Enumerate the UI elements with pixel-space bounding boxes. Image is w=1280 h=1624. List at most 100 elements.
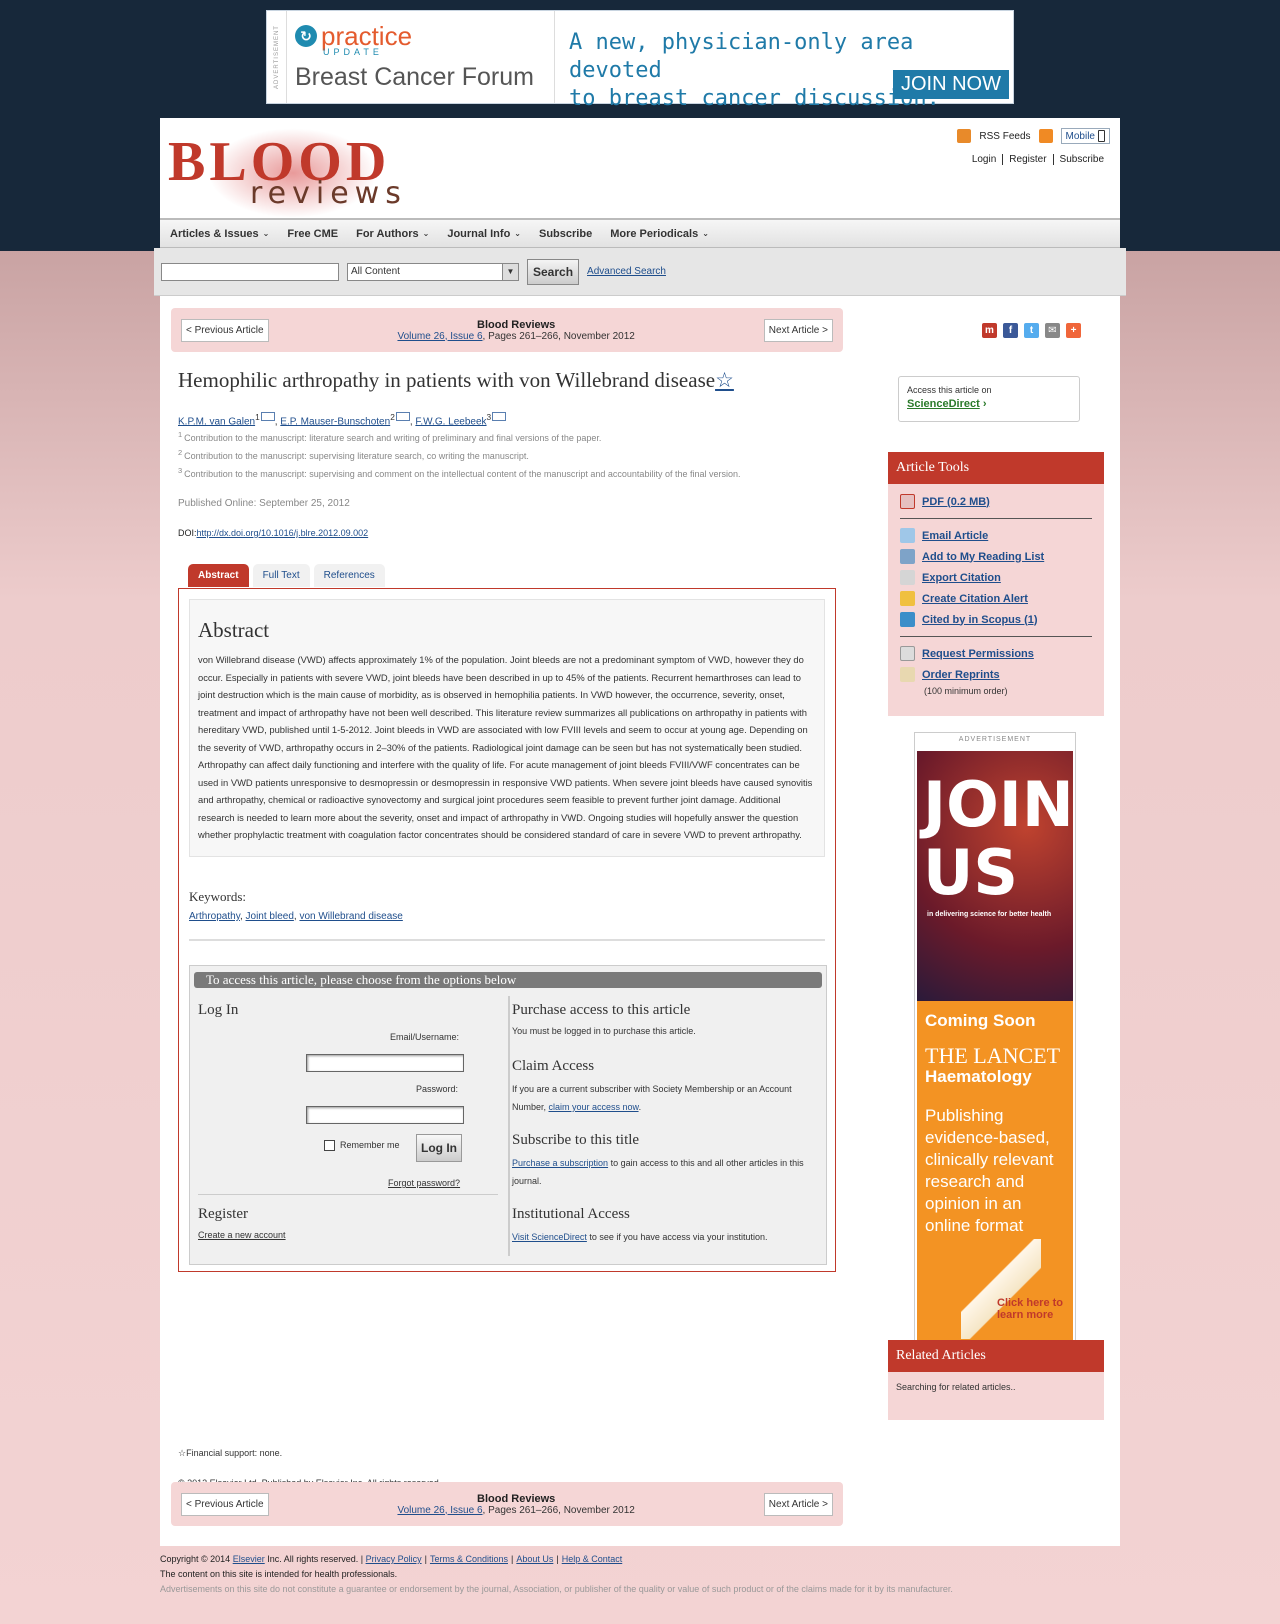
remember-me-checkbox[interactable]	[324, 1140, 335, 1151]
ad-description: Publishing evidence-based, clinically re…	[925, 1106, 1054, 1235]
utility-links: RSS Feeds Mobile Login Register Subscribe	[957, 128, 1110, 165]
keyword-link[interactable]: von Willebrand disease	[299, 911, 402, 922]
nav-articles-issues[interactable]: Articles & Issues ⌄	[170, 228, 269, 240]
abstract-heading: Abstract	[198, 618, 270, 642]
page-curl-graphic	[961, 1239, 1041, 1339]
more-share-icon[interactable]: +	[1066, 323, 1081, 338]
twitter-icon[interactable]: t	[1024, 323, 1039, 338]
facebook-icon[interactable]: f	[1003, 323, 1018, 338]
claim-heading: Claim Access	[512, 1058, 595, 1074]
nav-free-cme[interactable]: Free CME	[287, 228, 338, 240]
contribution-note: 2 Contribution to the manuscript: supervi…	[178, 448, 529, 461]
mobile-button[interactable]: Mobile	[1060, 128, 1110, 144]
divider	[189, 939, 825, 941]
chevron-down-icon: ⌄	[262, 229, 270, 238]
email-article-link[interactable]: Email Article	[900, 528, 988, 543]
keyword-link[interactable]: Arthropathy	[189, 911, 240, 922]
ad-click-here[interactable]: Click here to learn more	[997, 1297, 1067, 1321]
bell-icon	[900, 591, 915, 606]
export-citation-link[interactable]: Export Citation	[900, 570, 1001, 585]
mendeley-icon[interactable]: m	[982, 323, 997, 338]
main-nav: Articles & Issues ⌄ Free CME For Authors ⌄…	[160, 218, 1120, 248]
phone-icon	[1098, 130, 1105, 142]
nav-more-periodicals[interactable]: More Periodicals ⌄	[610, 228, 709, 240]
issue-info: Blood Reviews Volume 26, Issue 6, Pages …	[397, 1493, 634, 1516]
blood-reviews-logo[interactable]: BLOOD reviews	[168, 128, 438, 218]
article-title: Hemophilic arthropathy in patients with …	[178, 368, 734, 392]
site-footer: Copyright © 2014 Elsevier Inc. All right…	[160, 1552, 953, 1597]
login-link[interactable]: Login	[966, 154, 1002, 165]
previous-article-button[interactable]: < Previous Article	[181, 318, 269, 342]
email-label: Email/Username:	[390, 1032, 460, 1042]
ad-label: ADVERTISEMENT	[958, 736, 1032, 743]
email-field[interactable]	[306, 1054, 464, 1072]
chevron-down-icon: ⌄	[702, 229, 709, 238]
next-article-button[interactable]: Next Article >	[763, 318, 833, 342]
sciencedirect-link[interactable]: ScienceDirect ›	[907, 398, 1071, 410]
ad-join-panel: JOIN US in delivering science for better…	[917, 751, 1074, 1001]
reprint-icon	[900, 667, 915, 682]
previous-article-button[interactable]: < Previous Article	[181, 1492, 269, 1516]
top-banner-ad[interactable]: ADVERTISEMENT ↻ practice UPDATE Breast C…	[266, 10, 1014, 111]
content-scope-select[interactable]: All Content ▼	[347, 262, 519, 281]
advanced-search-link[interactable]: Advanced Search	[587, 266, 666, 277]
access-options: To access this article, please choose fr…	[189, 965, 827, 1265]
rss-feeds-link[interactable]: RSS Feeds	[979, 131, 1030, 142]
help-contact-link[interactable]: Help & Contact	[562, 1554, 623, 1564]
abstract-text: von Willebrand disease (VWD) affects app…	[198, 654, 813, 840]
password-field[interactable]	[306, 1106, 464, 1124]
citation-alert-link[interactable]: Create Citation Alert	[900, 591, 1028, 606]
share-icons: m f t ✉ +	[982, 323, 1081, 338]
claim-access-link[interactable]: claim your access now	[549, 1102, 639, 1112]
volume-link[interactable]: Volume 26, Issue 6	[397, 1505, 482, 1516]
order-reprints-link[interactable]: Order Reprints	[900, 667, 1000, 682]
nav-subscribe[interactable]: Subscribe	[539, 228, 592, 240]
article-nav-top: < Previous Article Blood Reviews Volume …	[171, 308, 843, 352]
email-icon[interactable]	[260, 412, 275, 421]
nav-journal-info[interactable]: Journal Info ⌄	[447, 228, 521, 240]
rss-icon[interactable]	[1038, 129, 1053, 143]
terms-link[interactable]: Terms & Conditions	[430, 1554, 508, 1564]
pdf-link[interactable]: PDF (0.2 MB)	[900, 494, 990, 509]
login-button[interactable]: Log In	[416, 1134, 462, 1162]
elsevier-link[interactable]: Elsevier	[233, 1554, 265, 1564]
sidebar-ad[interactable]: ADVERTISEMENT JOIN US in delivering scie…	[914, 732, 1076, 1346]
forgot-password-link[interactable]: Forgot password?	[388, 1178, 460, 1188]
nav-for-authors[interactable]: For Authors ⌄	[356, 228, 429, 240]
title-footnote-link[interactable]: ☆	[715, 368, 734, 392]
author-link[interactable]: K.P.M. van Galen	[178, 416, 255, 427]
tab-full-text[interactable]: Full Text	[252, 564, 310, 587]
privacy-policy-link[interactable]: Privacy Policy	[366, 1554, 422, 1564]
ad-join-button[interactable]: JOIN NOW	[893, 70, 1009, 99]
reading-list-link[interactable]: Add to My Reading List	[900, 549, 1044, 564]
keyword-link[interactable]: Joint bleed	[246, 911, 294, 922]
ad-brand-practice: practice	[321, 21, 413, 51]
financial-support: ☆Financial support: none.	[178, 1448, 283, 1458]
email-icon[interactable]	[395, 412, 410, 421]
visit-sciencedirect-link[interactable]: Visit ScienceDirect	[512, 1232, 587, 1242]
footer-notice: The content on this site is intended for…	[160, 1569, 398, 1579]
article-tools: Article Tools PDF (0.2 MB) Email Article…	[888, 452, 1104, 716]
search-button[interactable]: Search	[527, 258, 580, 285]
about-us-link[interactable]: About Us	[516, 1554, 553, 1564]
subscribe-link[interactable]: Subscribe	[1052, 154, 1110, 165]
scopus-link[interactable]: Cited by in Scopus (1)	[900, 612, 1038, 627]
divider	[900, 636, 1092, 637]
author-link[interactable]: F.W.G. Leebeek	[415, 416, 486, 427]
next-article-button[interactable]: Next Article >	[763, 1492, 833, 1516]
email-icon[interactable]	[492, 412, 507, 421]
email-share-icon[interactable]: ✉	[1045, 323, 1060, 338]
home-icon[interactable]	[957, 129, 972, 143]
related-status: Searching for related articles..	[896, 1382, 1016, 1392]
create-account-link[interactable]: Create a new account	[198, 1230, 286, 1240]
doi-link[interactable]: http://dx.doi.org/10.1016/j.blre.2012.09…	[197, 528, 369, 538]
request-permissions-link[interactable]: Request Permissions	[900, 646, 1034, 661]
register-link[interactable]: Register	[1002, 154, 1053, 165]
tab-references[interactable]: References	[313, 564, 385, 587]
tab-abstract[interactable]: Abstract	[188, 564, 249, 587]
search-input[interactable]	[161, 262, 339, 281]
purchase-subscription-link[interactable]: Purchase a subscription	[512, 1158, 608, 1168]
register-heading: Register	[198, 1206, 248, 1222]
author-link[interactable]: E.P. Mauser-Bunschoten	[280, 416, 390, 427]
volume-link[interactable]: Volume 26, Issue 6	[397, 331, 482, 342]
